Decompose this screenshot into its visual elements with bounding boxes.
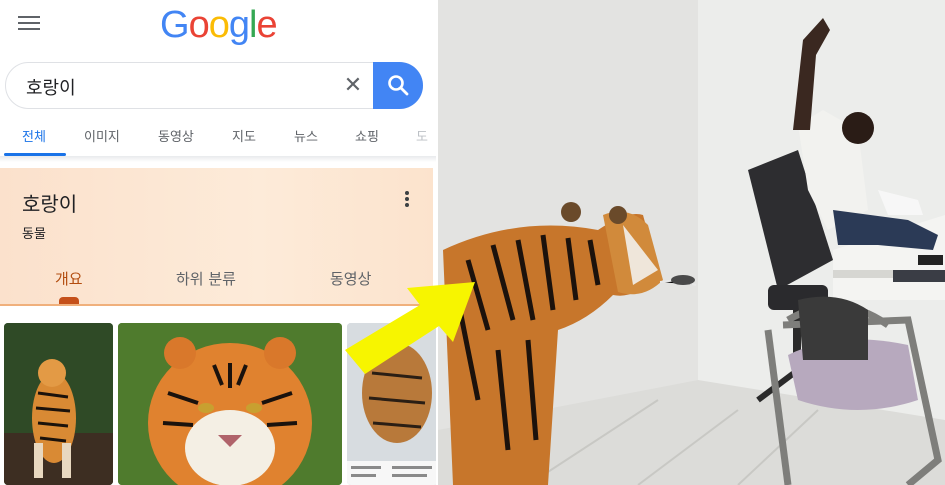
tiger-info-card-thumbnail[interactable] xyxy=(347,323,438,485)
kp-tab-videos[interactable]: 동영상 xyxy=(330,268,371,289)
logo-letter: g xyxy=(228,4,250,46)
tab-all[interactable]: 전체 xyxy=(22,126,46,145)
tab-more[interactable]: 도 xyxy=(416,126,428,145)
tiger-face-thumbnail[interactable] xyxy=(118,323,342,485)
search-icon xyxy=(388,75,409,96)
search-button[interactable] xyxy=(373,62,423,109)
kp-tab-overview[interactable]: 개요 xyxy=(55,268,83,289)
logo-letter: e xyxy=(256,4,277,46)
logo-letter: o xyxy=(208,4,230,46)
tab-news[interactable]: 뉴스 xyxy=(294,126,318,145)
knowledge-panel: 호랑이 동물 개요 하위 분류 동영상 xyxy=(0,168,433,306)
tabs-divider xyxy=(0,156,438,162)
more-vertical-icon[interactable] xyxy=(398,190,416,210)
ar-tiger-photo xyxy=(438,0,945,485)
google-search-screen: Google ✕ 전체 이미지 동영상 지도 뉴스 쇼핑 도 호랑이 동물 개요… xyxy=(0,0,438,485)
logo-letter: o xyxy=(188,4,210,46)
search-bar: ✕ xyxy=(5,62,423,109)
search-tabs: 전체 이미지 동영상 지도 뉴스 쇼핑 도 xyxy=(0,116,438,156)
hamburger-menu-icon[interactable] xyxy=(18,14,42,32)
tab-shopping[interactable]: 쇼핑 xyxy=(355,126,379,145)
kp-tab-subspecies[interactable]: 하위 분류 xyxy=(176,268,236,289)
search-input[interactable] xyxy=(24,73,328,101)
close-icon[interactable]: ✕ xyxy=(338,71,368,101)
knowledge-panel-title: 호랑이 xyxy=(22,192,78,216)
tab-maps[interactable]: 지도 xyxy=(232,126,256,145)
tab-images[interactable]: 이미지 xyxy=(84,126,120,145)
kp-active-tab-indicator xyxy=(59,297,79,304)
logo-letter: G xyxy=(160,4,190,46)
tiger-stretching-thumbnail[interactable] xyxy=(4,323,113,485)
knowledge-panel-subtitle: 동물 xyxy=(22,227,46,242)
tab-videos[interactable]: 동영상 xyxy=(158,126,194,145)
google-logo[interactable]: Google xyxy=(160,4,278,47)
